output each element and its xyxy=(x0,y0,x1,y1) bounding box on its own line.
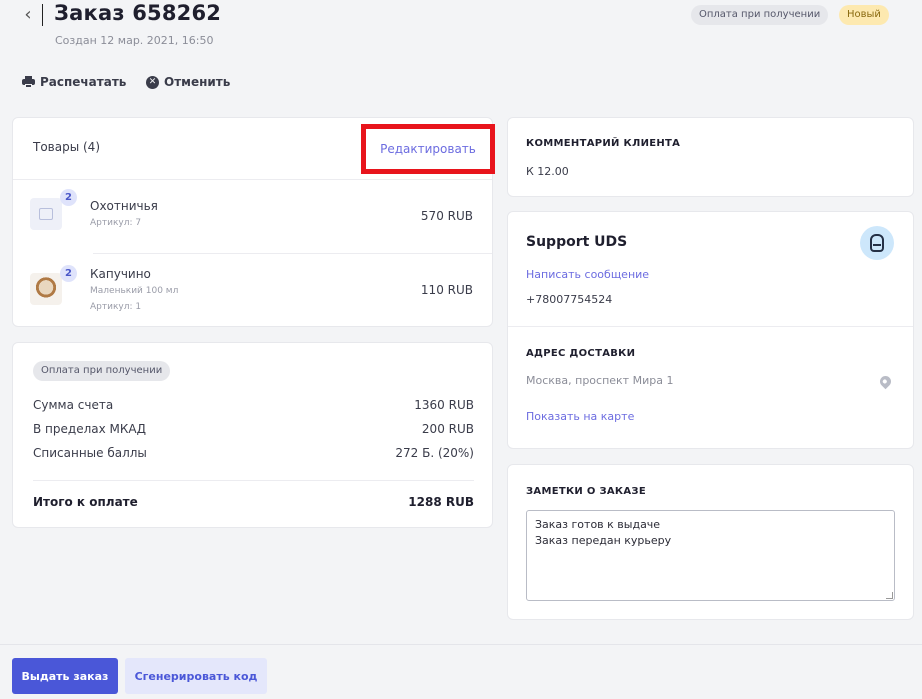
show-on-map-link[interactable]: Показать на карте xyxy=(526,410,634,423)
row-label: Сумма счета xyxy=(33,398,114,412)
back-chevron-icon[interactable]: ‹ xyxy=(18,4,38,26)
client-comment-card: КОММЕНТАРИЙ КЛИЕНТА К 12.00 xyxy=(507,117,914,197)
delivery-address: Москва, проспект Мира 1 xyxy=(526,374,674,387)
payment-row: В пределах МКАД 200 RUB xyxy=(33,422,474,436)
avatar xyxy=(860,226,894,260)
row-value: 1360 RUB xyxy=(414,398,474,412)
created-date: Создан 12 мар. 2021, 16:50 xyxy=(55,34,214,47)
footer-divider xyxy=(0,644,922,645)
item-price: 570 RUB xyxy=(420,209,473,223)
item-price: 110 RUB xyxy=(420,283,473,297)
order-notes-card: ЗАМЕТКИ О ЗАКАЗЕ Заказ готов к выдаче За… xyxy=(507,464,914,620)
payment-method-badge: Оплата при получении xyxy=(691,5,829,25)
list-item xyxy=(30,198,62,230)
delivery-address-title: АДРЕС ДОСТАВКИ xyxy=(526,348,636,359)
row-label: В пределах МКАД xyxy=(33,422,146,436)
text-caret xyxy=(42,4,43,26)
comment-title: КОММЕНТАРИЙ КЛИЕНТА xyxy=(526,138,681,149)
item-sku: Артикул: 1 xyxy=(90,302,142,312)
printer-icon xyxy=(22,76,35,88)
generate-code-label: Сгенерировать код xyxy=(134,669,258,683)
payment-total-row: Итого к оплате 1288 RUB xyxy=(33,495,474,509)
user-avatar-icon xyxy=(870,234,884,252)
quantity-badge: 2 xyxy=(60,189,77,206)
edit-label: Редактировать xyxy=(380,142,476,156)
status-badge: Новый xyxy=(839,5,889,25)
goods-card: Товары (4) Редактировать 2 Охотничья Арт… xyxy=(12,117,495,327)
item-name: Охотничья xyxy=(90,199,158,213)
row-label: Списанные баллы xyxy=(33,446,147,460)
payment-row: Сумма счета 1360 RUB xyxy=(33,398,474,412)
row-value: 200 RUB xyxy=(421,422,474,436)
customer-card: Support UDS Написать сообщение +78007754… xyxy=(507,211,914,449)
notes-title: ЗАМЕТКИ О ЗАКАЗЕ xyxy=(526,486,646,497)
issue-order-label: Выдать заказ xyxy=(21,669,109,683)
row-value: 272 Б. (20%) xyxy=(395,446,474,460)
notes-textarea[interactable]: Заказ готов к выдаче Заказ передан курье… xyxy=(526,510,895,601)
close-circle-icon: ✕ xyxy=(146,75,159,89)
payment-card: Оплата при получении Сумма счета 1360 RU… xyxy=(12,342,493,528)
list-item xyxy=(30,273,62,305)
print-label: Распечатать xyxy=(40,75,127,89)
divider xyxy=(33,480,474,481)
item-variant: Маленький 100 мл xyxy=(90,286,179,296)
goods-title: Товары (4) xyxy=(33,140,101,154)
quantity-badge: 2 xyxy=(60,265,77,282)
customer-phone: +78007754524 xyxy=(526,293,613,306)
total-label: Итого к оплате xyxy=(33,495,138,509)
resize-handle-icon[interactable] xyxy=(886,592,893,599)
generate-code-button[interactable]: Сгенерировать код xyxy=(125,658,267,694)
page-title: Заказ 658262 xyxy=(54,1,222,25)
item-name: Капучино xyxy=(90,267,151,281)
divider xyxy=(13,179,492,180)
map-pin-icon xyxy=(877,373,894,390)
total-value: 1288 RUB xyxy=(408,495,474,509)
comment-text: К 12.00 xyxy=(526,165,569,178)
cancel-label: Отменить xyxy=(164,75,231,89)
item-sku: Артикул: 7 xyxy=(90,218,142,228)
cancel-order-button[interactable]: ✕ Отменить xyxy=(146,72,230,92)
payment-row: Списанные баллы 272 Б. (20%) xyxy=(33,446,474,460)
payment-method-badge: Оплата при получении xyxy=(33,361,171,381)
image-placeholder-icon xyxy=(30,198,62,230)
write-message-link[interactable]: Написать сообщение xyxy=(526,268,649,281)
edit-goods-button[interactable]: Редактировать xyxy=(361,124,495,174)
cappuccino-image xyxy=(30,273,62,305)
customer-name: Support UDS xyxy=(526,234,628,250)
issue-order-button[interactable]: Выдать заказ xyxy=(12,658,118,694)
print-button[interactable]: Распечатать xyxy=(22,72,126,92)
divider xyxy=(508,326,913,327)
divider xyxy=(93,253,492,254)
